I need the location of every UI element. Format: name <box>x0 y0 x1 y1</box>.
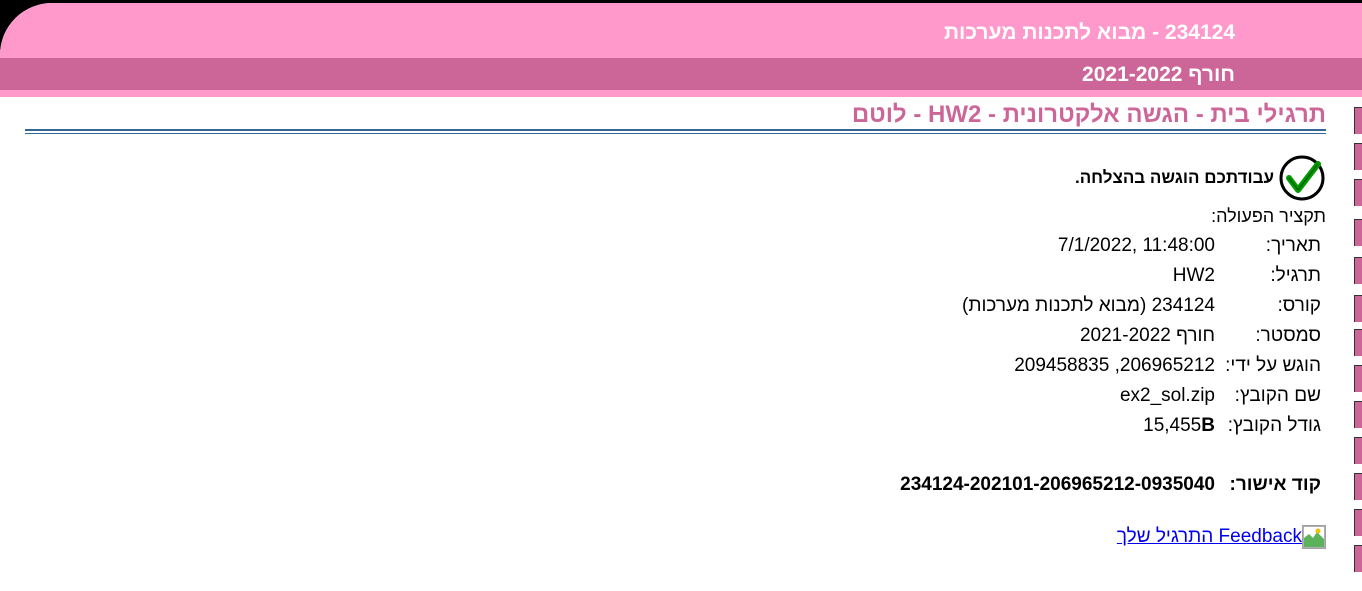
semester-title: חורף 2021-2022 <box>1082 63 1235 86</box>
header-strip <box>0 90 1362 97</box>
side-menu-tab[interactable] <box>1354 143 1362 170</box>
side-menu-tab[interactable] <box>1354 365 1362 392</box>
info-value: 7/1/2022, 11:48:00 <box>1057 235 1215 256</box>
side-menu-tab[interactable] <box>1354 473 1362 500</box>
file-size-number: 15,455 <box>1143 415 1202 436</box>
summary-label: תקציר הפעולה: <box>1211 206 1326 226</box>
side-menu <box>1354 107 1362 591</box>
side-menu-tab[interactable] <box>1354 257 1362 284</box>
info-label: קורס: <box>1277 295 1321 316</box>
course-title: 234124 - מבוא לתכנות מערכות <box>943 21 1235 44</box>
side-menu-tab[interactable] <box>1354 219 1362 246</box>
heading-divider <box>25 133 1326 134</box>
checkmark-circle-icon <box>1279 155 1325 201</box>
side-menu-tab[interactable] <box>1354 107 1362 134</box>
approval-label: קוד אישור: <box>1229 474 1322 495</box>
info-value: 206965212, 209458835 <box>1014 355 1215 376</box>
info-label: הוגש על ידי: <box>1225 355 1321 376</box>
page-heading: תרגילי בית - הגשה אלקטרונית - HW2 - לוטם <box>851 101 1326 128</box>
header-course-bar: 234124 - מבוא לתכנות מערכות <box>0 3 1362 58</box>
side-menu-tab[interactable] <box>1354 437 1362 464</box>
side-menu-tab[interactable] <box>1354 401 1362 428</box>
feedback-link[interactable]: Feedback התרגיל שלך <box>1117 525 1326 549</box>
side-menu-tab[interactable] <box>1354 509 1362 536</box>
main-content: תרגילי בית - הגשה אלקטרונית - HW2 - לוטם… <box>25 97 1326 591</box>
info-value: HW2 <box>1172 265 1215 286</box>
header-semester-bar: חורף 2021-2022 <box>0 58 1362 90</box>
info-label: סמסטר: <box>1255 325 1321 346</box>
info-value: 234124 (מבוא לתכנות מערכות) <box>962 295 1215 316</box>
approval-code: 234124-202101-206965212-0935040 <box>900 474 1215 495</box>
info-label: תרגיל: <box>1270 265 1321 286</box>
side-menu-tab[interactable] <box>1354 545 1362 572</box>
page: 234124 - מבוא לתכנות מערכות חורף 2021-20… <box>0 3 1362 591</box>
side-menu-tab[interactable] <box>1354 179 1362 206</box>
broken-image-icon <box>1302 525 1326 549</box>
side-menu-tab[interactable] <box>1354 295 1362 322</box>
success-message: עבודתכם הוגשה בהצלחה. <box>1074 168 1274 187</box>
info-label: שם הקובץ: <box>1234 385 1321 406</box>
info-value: חורף 2021-2022 <box>1079 325 1215 346</box>
success-notice: עבודתכם הוגשה בהצלחה. <box>1075 153 1326 203</box>
file-size-value: 15,455B <box>1143 415 1215 437</box>
browser-frame: 234124 - מבוא לתכנות מערכות חורף 2021-20… <box>0 0 1362 591</box>
info-label: גודל הקובץ: <box>1227 415 1321 436</box>
info-label: תאריך: <box>1265 235 1321 256</box>
file-size-unit: B <box>1201 415 1215 436</box>
side-menu-tab[interactable] <box>1354 329 1362 356</box>
heading-divider <box>25 129 1326 131</box>
info-value: ex2_sol.zip <box>1119 385 1215 406</box>
feedback-link-text[interactable]: Feedback התרגיל שלך <box>1117 526 1302 548</box>
